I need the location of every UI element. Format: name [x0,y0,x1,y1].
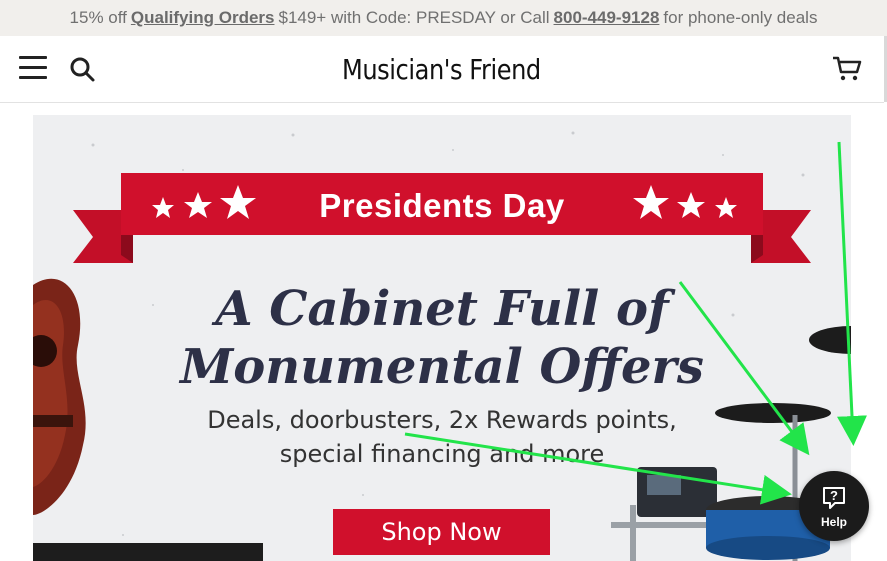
promo-suffix: for phone-only deals [663,8,818,27]
search-icon[interactable] [69,56,97,84]
question-icon: ? [823,487,845,509]
promo-middle: $149+ with Code: PRESDAY or Call [278,8,550,27]
headline-line-1: A Cabinet Full of [215,281,669,337]
phone-link[interactable]: 800-449-9128 [554,8,660,28]
subheadline-line-2: special financing and more [279,440,605,468]
hero-artwork [33,131,851,561]
hero-banner[interactable]: Presidents Day A Cabinet Full of Monumen… [33,115,851,561]
logo-text: Musician's Friend [342,52,541,86]
subheadline-line-1: Deals, doorbusters, 2x Rewards points, [207,406,677,434]
help-button[interactable]: ? Help [799,471,869,541]
shop-now-button[interactable]: Shop Now [333,509,550,555]
svg-text:?: ? [830,488,838,503]
site-header: Musician's Friend [0,36,884,103]
menu-icon[interactable] [19,56,47,80]
banner-title: Presidents Day [319,187,565,224]
promo-prefix: 15% off [69,8,127,27]
logo[interactable]: Musician's Friend [336,44,548,94]
help-label: Help [820,515,847,529]
promo-bar: 15% off Qualifying Orders $149+ with Cod… [0,0,887,36]
headline-line-2: Monumental Offers [180,339,704,395]
qualifying-orders-link[interactable]: Qualifying Orders [131,8,275,28]
cart-icon[interactable] [832,54,862,82]
